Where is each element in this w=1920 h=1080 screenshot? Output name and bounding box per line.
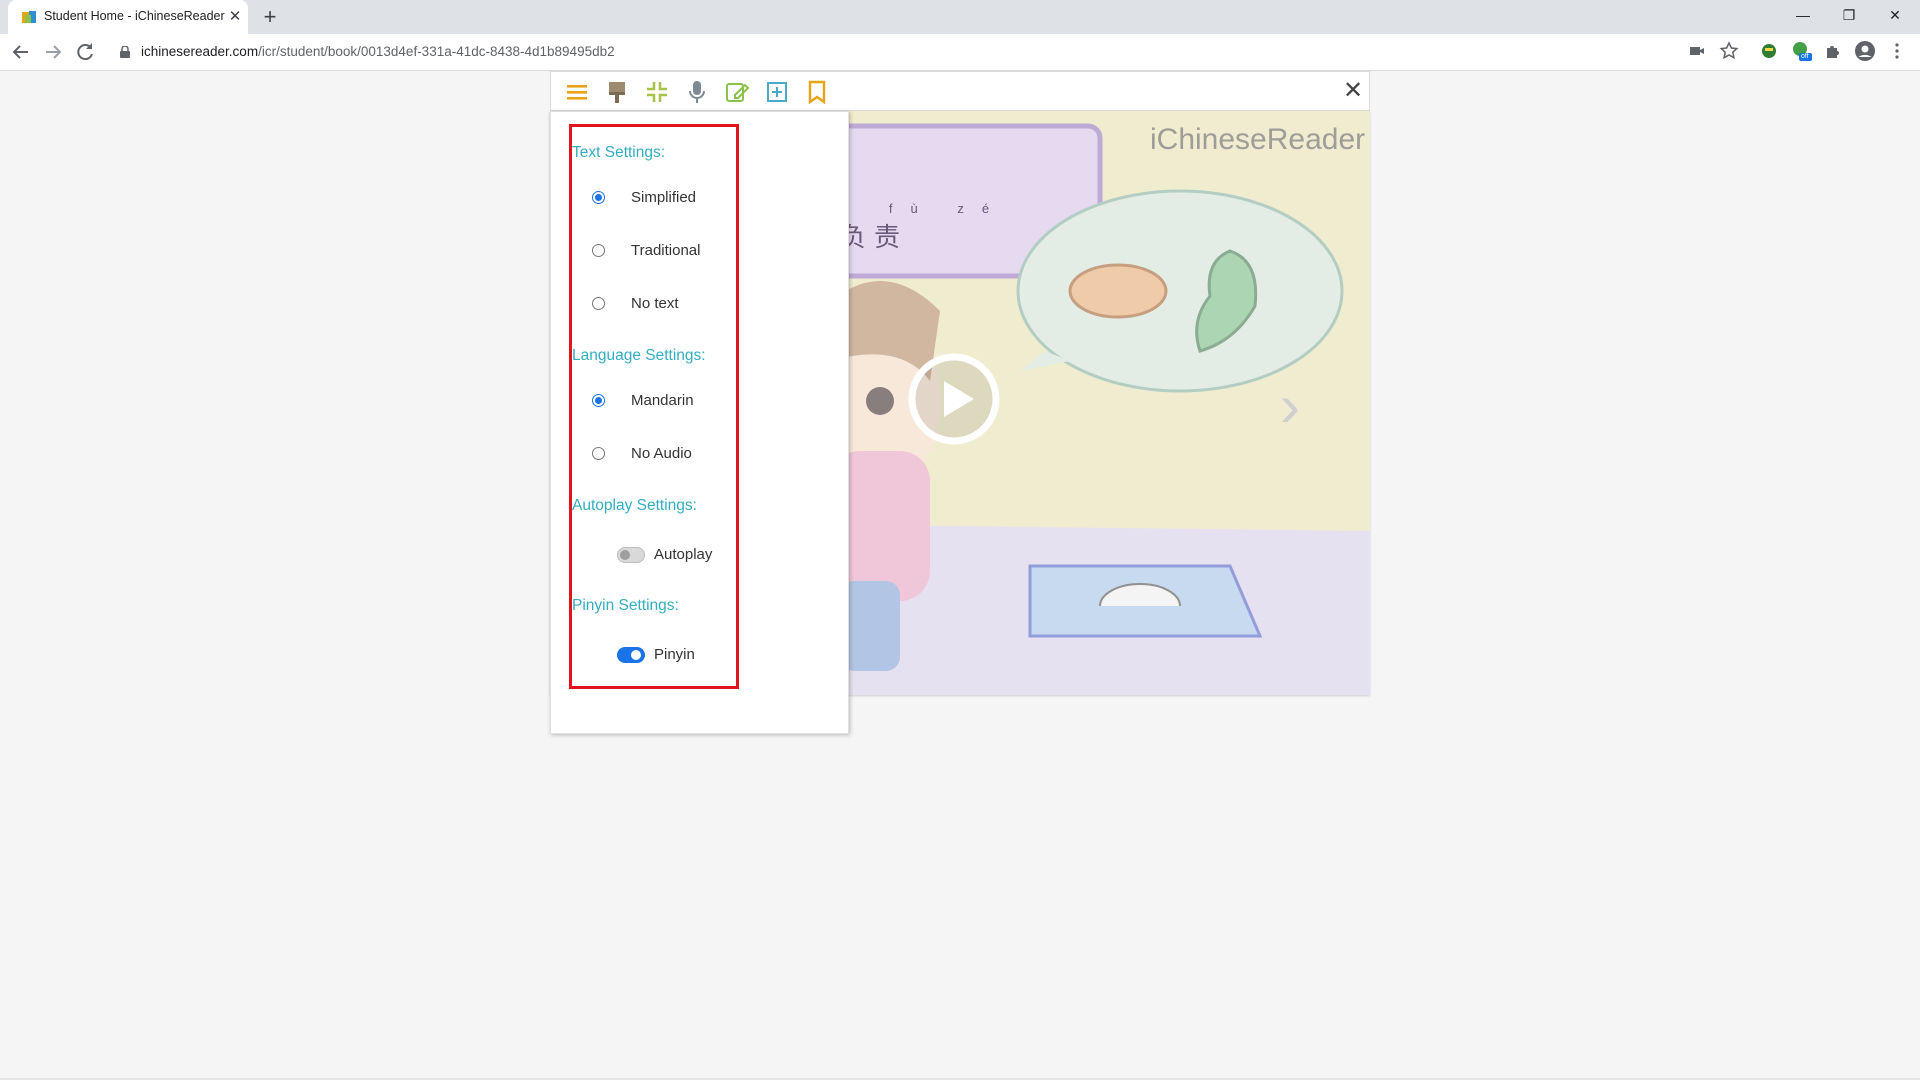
chrome-menu-icon[interactable] xyxy=(1885,39,1909,63)
traditional-label: Traditional xyxy=(631,242,701,259)
bookmark-icon[interactable] xyxy=(803,78,831,106)
autoplay-settings-title: Autoplay Settings: xyxy=(572,497,697,514)
text-settings-title: Text Settings: xyxy=(572,144,666,161)
microphone-icon[interactable] xyxy=(683,78,711,106)
new-tab-button[interactable]: + xyxy=(258,5,282,29)
no-audio-label: No Audio xyxy=(631,445,692,462)
back-arrow-icon[interactable] xyxy=(9,40,33,64)
no-audio-radio[interactable] xyxy=(592,447,605,460)
language-settings-title: Language Settings: xyxy=(572,347,706,364)
menu-icon[interactable] xyxy=(563,78,591,106)
edit-icon[interactable] xyxy=(723,78,751,106)
window-close-button[interactable]: ✕ xyxy=(1872,0,1918,30)
pinyin-settings-title: Pinyin Settings: xyxy=(572,597,679,614)
pinyin-toggle[interactable] xyxy=(617,647,645,663)
forward-arrow-icon[interactable] xyxy=(41,40,65,64)
settings-panel xyxy=(550,111,849,734)
restore-button[interactable]: ❐ xyxy=(1826,0,1872,30)
reader-toolbar: ✕ xyxy=(550,71,1370,111)
extension-globe-icon[interactable] xyxy=(1757,39,1781,63)
no-text-label: No text xyxy=(631,295,679,312)
pinyin-syllable: zé xyxy=(957,201,1008,216)
mandarin-radio[interactable] xyxy=(592,394,605,407)
play-audio-icon[interactable] xyxy=(906,351,1002,447)
address-bar[interactable]: ichinesereader.com/icr/student/book/0013… xyxy=(108,38,1758,66)
extensions-puzzle-icon[interactable] xyxy=(1821,39,1845,63)
pinyin-label: Pinyin xyxy=(654,646,695,663)
url-path: /icr/student/book/0013d4ef-331a-41dc-843… xyxy=(258,44,615,59)
add-box-icon[interactable] xyxy=(763,78,791,106)
pinyin-text: g fù zé xyxy=(842,201,1007,216)
reader-close-button[interactable]: ✕ xyxy=(1339,76,1367,106)
pinyin-syllable: fù xyxy=(888,201,936,216)
simplified-label: Simplified xyxy=(631,189,697,206)
tab-close-icon[interactable]: ✕ xyxy=(226,8,244,26)
browser-tab-strip: Student Home - iChineseReader ✕ + — ❐ ✕ xyxy=(0,0,1920,34)
profile-avatar-icon[interactable] xyxy=(1853,39,1877,63)
mandarin-label: Mandarin xyxy=(631,392,694,409)
browser-toolbar: ichinesereader.com/icr/student/book/0013… xyxy=(0,34,1920,71)
extension-vpn-icon[interactable]: off xyxy=(1789,39,1813,63)
autoplay-toggle[interactable] xyxy=(617,547,645,563)
simplified-radio[interactable] xyxy=(592,191,605,204)
next-page-icon[interactable]: › xyxy=(1280,371,1300,440)
ichinesereader-watermark: iChineseReader xyxy=(1150,123,1366,156)
reload-icon[interactable] xyxy=(73,40,97,64)
paintbrush-icon[interactable] xyxy=(603,78,631,106)
ichinesereader-favicon-icon xyxy=(22,11,36,23)
autoplay-label: Autoplay xyxy=(654,546,713,563)
browser-tab[interactable]: Student Home - iChineseReader ✕ xyxy=(8,0,248,34)
tab-title: Student Home - iChineseReader xyxy=(44,9,225,23)
camera-blocked-icon[interactable] xyxy=(1685,39,1709,63)
traditional-radio[interactable] xyxy=(592,244,605,257)
url-host: ichinesereader.com xyxy=(141,44,259,59)
no-text-radio[interactable] xyxy=(592,297,605,310)
extension-badge: off xyxy=(1801,53,1809,60)
url-text: ichinesereader.com/icr/student/book/0013… xyxy=(141,44,615,59)
bookmark-star-icon[interactable] xyxy=(1717,39,1741,63)
minimize-button[interactable]: — xyxy=(1780,0,1826,30)
chinese-text: 负责 xyxy=(840,223,909,253)
lock-icon xyxy=(120,46,130,58)
collapse-icon[interactable] xyxy=(643,78,671,106)
